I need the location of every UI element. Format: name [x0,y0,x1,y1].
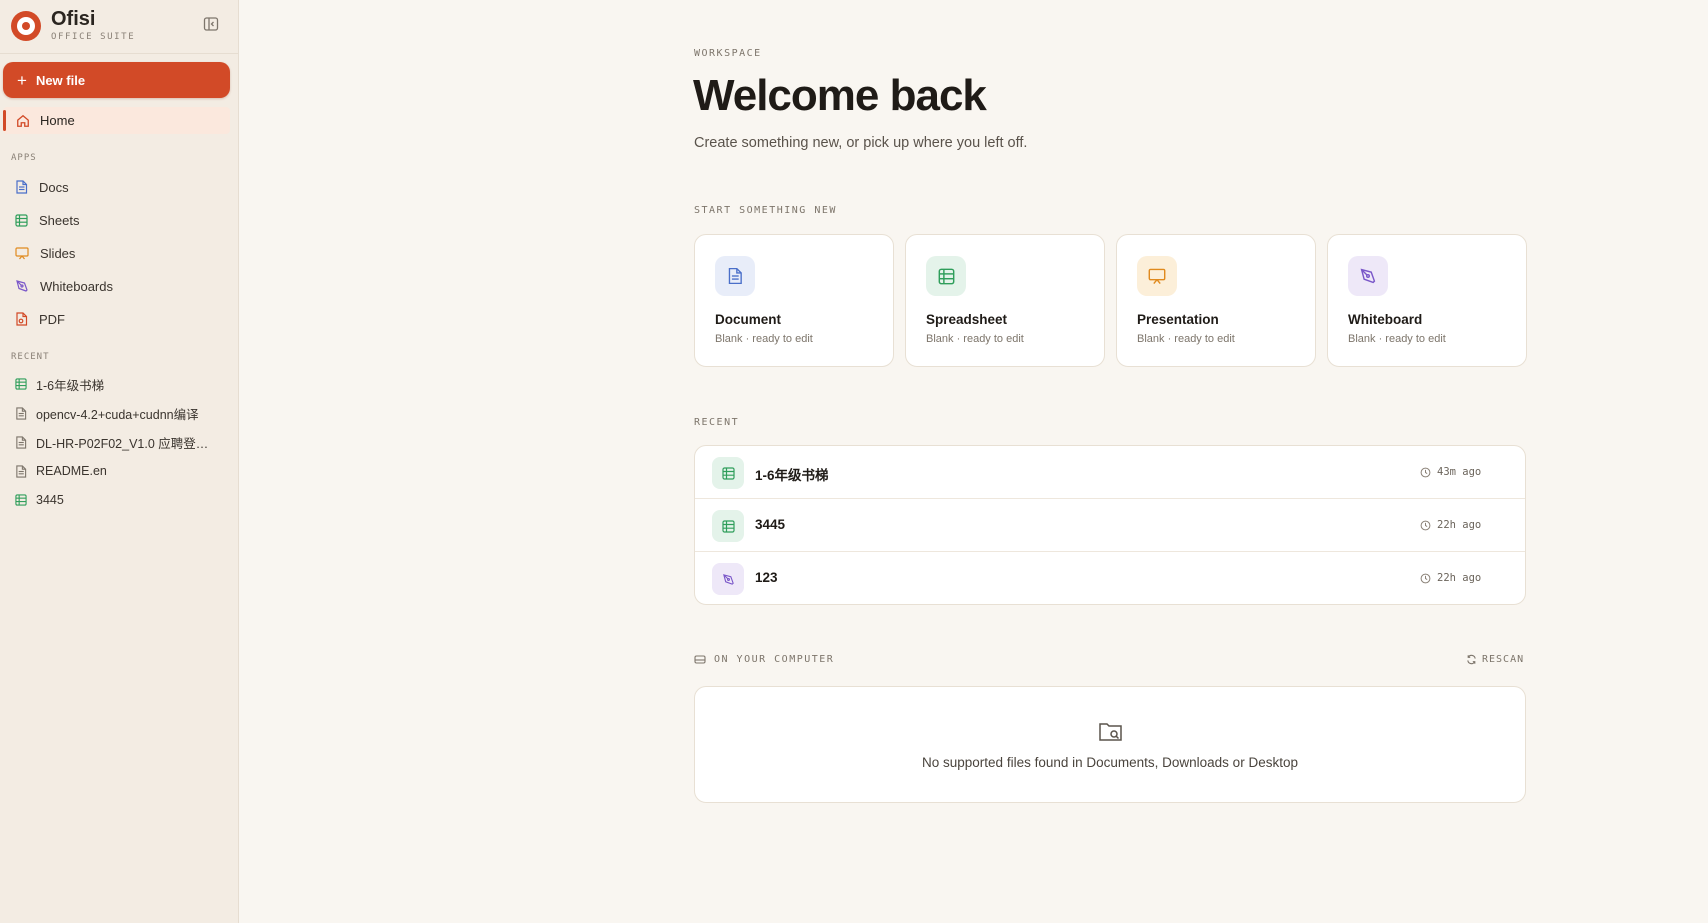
sheet-icon [15,494,27,506]
sidebar-item-pdf[interactable]: PDF [15,309,65,329]
sidebar-item-label: Sheets [39,212,80,228]
sheet-icon [15,378,27,390]
doc-icon [16,406,27,420]
pen-icon [712,563,744,595]
refresh-icon [1467,654,1476,665]
start-new-label: START SOMETHING NEW [694,205,837,216]
card-title: Document [715,312,782,327]
doc-icon [715,256,755,296]
doc-icon [16,464,27,478]
page-subtitle: Create something new, or pick up where y… [694,135,1028,151]
recent-label: RECENT [694,417,740,428]
card-title: Presentation [1137,312,1219,327]
recent-file-time: 43m ago [1420,466,1481,478]
sidebar-item-label: Home [40,113,75,128]
time-label: 22h ago [1437,572,1482,584]
pen-icon [16,280,28,292]
plus-icon: + [17,70,27,90]
sheet-icon [15,213,28,227]
sheet-icon [712,510,744,542]
sidebar-item-sheets[interactable]: Sheets [15,210,79,230]
card-description: Blank · ready to edit [715,333,813,345]
sidebar-item-label: Docs [39,179,69,195]
sidebar-item-whiteboards[interactable]: Whiteboards [15,276,113,296]
on-your-computer-header: ON YOUR COMPUTER [694,654,834,665]
clock-icon [1420,520,1431,530]
new-document-card[interactable]: Document Blank · ready to edit [694,234,894,367]
drive-icon [694,655,706,664]
rescan-button[interactable]: RESCAN [1466,654,1524,665]
doc-icon [16,180,28,194]
sidebar-item-label: PDF [39,311,65,327]
sidebar-divider [0,53,239,54]
new-file-button[interactable]: + New file [3,62,230,98]
rescan-label: RESCAN [1482,654,1525,665]
ofisi-logo-icon [11,10,41,41]
sidebar-item-label: Slides [40,245,76,261]
clock-icon [1420,573,1431,583]
sidebar-recent-item[interactable]: opencv-4.2+cuda+cudnn编译 [15,403,220,423]
pdf-icon [16,312,28,326]
sidebar-item-docs[interactable]: Docs [15,177,69,197]
slides-icon [15,246,29,259]
sidebar-recent-label: README.en [36,464,107,478]
recent-file-time: 22h ago [1420,572,1481,584]
card-description: Blank · ready to edit [926,333,1024,345]
sidebar-item-label: Whiteboards [40,278,113,294]
sidebar-recent-item[interactable]: README.en [15,461,220,481]
recent-file-name: 3445 [755,517,786,532]
clock-icon [1420,467,1431,477]
brand-name: Ofisi [51,8,96,30]
sidebar-item-home[interactable]: Home [3,107,230,134]
sidebar-recent-label: opencv-4.2+cuda+cudnn编译 [36,407,199,422]
empty-state-text: No supported files found in Documents, D… [922,755,1298,770]
sidebar-recent-label: 3445 [36,493,64,507]
brand-subtitle: OFFICE SUITE [51,32,136,42]
sheet-icon [712,457,744,489]
doc-icon [16,435,27,449]
recent-file-row[interactable]: 123 22h ago [695,552,1525,604]
empty-state: No supported files found in Documents, D… [694,686,1526,803]
sidebar-item-slides[interactable]: Slides [15,243,75,263]
card-title: Whiteboard [1348,312,1423,327]
folder-search-icon [1099,723,1122,741]
time-label: 43m ago [1437,466,1482,478]
recent-file-name: 1-6年级书梯 [755,468,829,483]
recent-section-label: RECENT [11,352,50,362]
recent-file-row[interactable]: 1-6年级书梯 43m ago [695,446,1525,499]
sheet-icon [926,256,966,296]
recent-file-time: 22h ago [1420,519,1481,531]
apps-section-label: APPS [11,153,37,163]
sidebar: Ofisi OFFICE SUITE + New file Home APPS … [0,0,239,923]
new-presentation-card[interactable]: Presentation Blank · ready to edit [1116,234,1316,367]
brand[interactable]: Ofisi OFFICE SUITE [11,9,135,42]
pen-icon [1348,256,1388,296]
on-your-computer-label: ON YOUR COMPUTER [714,654,835,665]
card-title: Spreadsheet [926,312,1008,327]
time-label: 22h ago [1437,519,1482,531]
recent-files-list: 1-6年级书梯 43m ago 3445 22h ago 123 22h ago [694,445,1526,605]
sidebar-recent-label: DL-HR-P02F02_V1.0 应聘登记表 [36,436,220,451]
recent-file-name: 123 [755,570,778,585]
sidebar-recent-item[interactable]: DL-HR-P02F02_V1.0 应聘登记表 [15,432,220,452]
page-title: Welcome back [693,71,987,120]
sidebar-recent-item[interactable]: 1-6年级书梯 [15,374,220,394]
recent-file-row[interactable]: 3445 22h ago [695,499,1525,552]
new-whiteboard-card[interactable]: Whiteboard Blank · ready to edit [1327,234,1527,367]
new-file-label: New file [35,72,86,88]
collapse-sidebar-icon[interactable] [203,16,221,34]
workspace-eyebrow: WORKSPACE [694,48,762,59]
sidebar-recent-item[interactable]: 3445 [15,490,220,510]
card-description: Blank · ready to edit [1137,333,1235,345]
card-description: Blank · ready to edit [1348,333,1446,345]
home-icon [17,114,29,127]
new-spreadsheet-card[interactable]: Spreadsheet Blank · ready to edit [905,234,1105,367]
slides-icon [1137,256,1177,296]
sidebar-recent-label: 1-6年级书梯 [36,378,105,393]
